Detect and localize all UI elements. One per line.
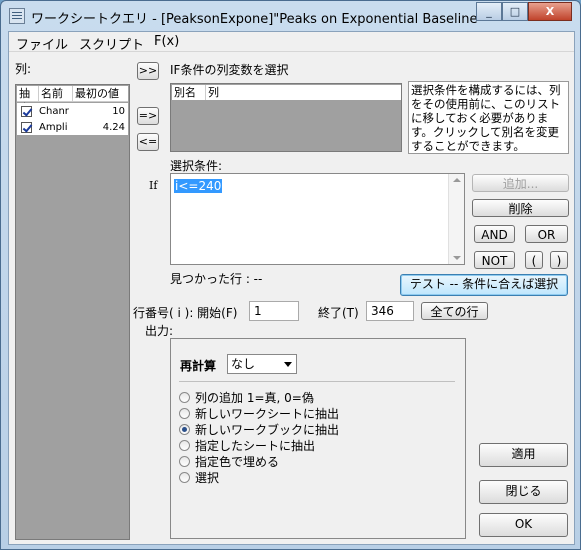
radio-button[interactable] bbox=[179, 472, 190, 483]
menu-file[interactable]: ファイル bbox=[16, 34, 68, 53]
option-label: 列の追加 1=真, 0=偽 bbox=[195, 391, 314, 405]
radio-button-selected[interactable] bbox=[179, 424, 190, 435]
apply-button[interactable]: 適用 bbox=[479, 443, 568, 467]
output-group: 再計算 なし 列の追加 1=真, 0=偽 新しいワークシートに抽出 新しいワーク… bbox=[170, 338, 466, 539]
extract-checkbox[interactable] bbox=[21, 105, 32, 117]
column-row[interactable]: Ampli 4.24 bbox=[17, 119, 128, 135]
divider bbox=[179, 381, 455, 382]
option-specified-sheet[interactable]: 指定したシートに抽出 bbox=[179, 437, 315, 454]
delete-condition-button[interactable]: 削除 bbox=[472, 199, 569, 217]
column-first-value: 10 bbox=[112, 105, 125, 117]
open-paren-button[interactable]: ( bbox=[525, 251, 543, 269]
worksheet-icon bbox=[9, 8, 25, 24]
all-rows-button[interactable]: 全ての行 bbox=[421, 302, 488, 320]
header-alias[interactable]: 別名 bbox=[172, 85, 206, 100]
row-start-label: 行番号( i ): 開始(F) bbox=[133, 306, 238, 320]
option-select[interactable]: 選択 bbox=[179, 469, 219, 486]
option-new-worksheet[interactable]: 新しいワークシートに抽出 bbox=[179, 405, 339, 422]
radio-button[interactable] bbox=[179, 408, 190, 419]
ok-button[interactable]: OK bbox=[479, 513, 568, 537]
found-rows-text: 見つかった行 : -- bbox=[170, 272, 263, 286]
add-column-button[interactable]: => bbox=[137, 107, 159, 125]
add-all-button[interactable]: >> bbox=[137, 62, 159, 80]
option-label: 新しいワークブックに抽出 bbox=[195, 423, 340, 437]
not-button[interactable]: NOT bbox=[474, 251, 515, 269]
column-name: Chanr bbox=[39, 105, 69, 117]
columns-list[interactable]: 抽出 名前 最初の値 Chanr 10 Ampli 4.24 bbox=[15, 84, 130, 540]
column-name: Ampli bbox=[39, 121, 68, 133]
output-label: 出力: bbox=[145, 324, 174, 338]
columns-label: 列: bbox=[15, 62, 32, 76]
recalc-value: なし bbox=[231, 357, 256, 371]
dialog-body: ファイル スクリプト F(x) 列: 抽出 名前 最初の値 Chanr 10 A… bbox=[8, 31, 575, 545]
option-label: 指定したシートに抽出 bbox=[195, 439, 316, 453]
option-label: 新しいワークシートに抽出 bbox=[195, 407, 340, 421]
minimize-button[interactable]: _ bbox=[476, 2, 502, 21]
condition-textarea[interactable]: i<=240 bbox=[170, 173, 465, 265]
window-title: ワークシートクエリ - [PeaksonExpone]"Peaks on Exp… bbox=[31, 12, 484, 27]
header-extract[interactable]: 抽出 bbox=[17, 86, 39, 115]
recalc-label: 再計算 bbox=[180, 359, 217, 373]
scroll-up-icon[interactable] bbox=[453, 178, 461, 182]
close-paren-button[interactable]: ) bbox=[550, 251, 568, 269]
row-start-input[interactable]: 1 bbox=[249, 301, 299, 321]
add-condition-button[interactable]: 追加... bbox=[472, 174, 569, 192]
if-label: If bbox=[149, 179, 158, 192]
scroll-down-icon[interactable] bbox=[453, 256, 461, 260]
if-columns-list[interactable]: 別名 列 bbox=[170, 83, 402, 152]
or-button[interactable]: OR bbox=[525, 225, 568, 243]
option-add-column[interactable]: 列の追加 1=真, 0=偽 bbox=[179, 389, 314, 406]
if-columns-label: IF条件の列変数を選択 bbox=[170, 63, 289, 77]
column-row[interactable]: Chanr 10 bbox=[17, 103, 128, 119]
title-bar[interactable]: ワークシートクエリ - [PeaksonExpone]"Peaks on Exp… bbox=[1, 1, 580, 31]
condition-scrollbar[interactable] bbox=[448, 174, 464, 264]
radio-button[interactable] bbox=[179, 440, 190, 451]
and-button[interactable]: AND bbox=[474, 225, 515, 243]
header-name[interactable]: 名前 bbox=[39, 86, 73, 101]
option-label: 選択 bbox=[195, 471, 220, 485]
header-column[interactable]: 列 bbox=[206, 85, 401, 100]
option-fill-color[interactable]: 指定色で埋める bbox=[179, 453, 279, 470]
option-label: 指定色で埋める bbox=[195, 455, 280, 469]
recalc-select[interactable]: なし bbox=[227, 354, 297, 374]
radio-button[interactable] bbox=[179, 456, 190, 467]
extract-checkbox[interactable] bbox=[21, 121, 32, 133]
maximize-button[interactable]: □ bbox=[502, 2, 528, 21]
menu-bar: ファイル スクリプト F(x) bbox=[9, 32, 574, 53]
remove-column-button[interactable]: <= bbox=[137, 133, 159, 151]
menu-script[interactable]: スクリプト bbox=[79, 34, 144, 53]
radio-button[interactable] bbox=[179, 392, 190, 403]
menu-fx[interactable]: F(x) bbox=[154, 34, 179, 49]
condition-label: 選択条件: bbox=[170, 159, 223, 173]
row-end-label: 終了(T) bbox=[318, 306, 359, 320]
option-new-workbook[interactable]: 新しいワークブックに抽出 bbox=[179, 421, 339, 438]
condition-text[interactable]: i<=240 bbox=[174, 179, 223, 193]
chevron-down-icon bbox=[284, 362, 292, 367]
help-text: 選択条件を構成するには、列をその使用前に、このリストに移しておく必要があります。… bbox=[408, 81, 569, 154]
test-button[interactable]: テスト -- 条件に合えば選択 bbox=[400, 274, 568, 296]
columns-list-header: 抽出 名前 最初の値 bbox=[17, 86, 128, 115]
query-window: ワークシートクエリ - [PeaksonExpone]"Peaks on Exp… bbox=[0, 0, 581, 550]
header-first-value[interactable]: 最初の値 bbox=[73, 86, 128, 101]
close-window-button[interactable]: X bbox=[528, 2, 572, 21]
row-end-input[interactable]: 346 bbox=[366, 301, 414, 321]
column-first-value: 4.24 bbox=[102, 121, 125, 133]
if-columns-header: 別名 列 bbox=[172, 85, 401, 100]
close-button[interactable]: 閉じる bbox=[479, 480, 568, 504]
